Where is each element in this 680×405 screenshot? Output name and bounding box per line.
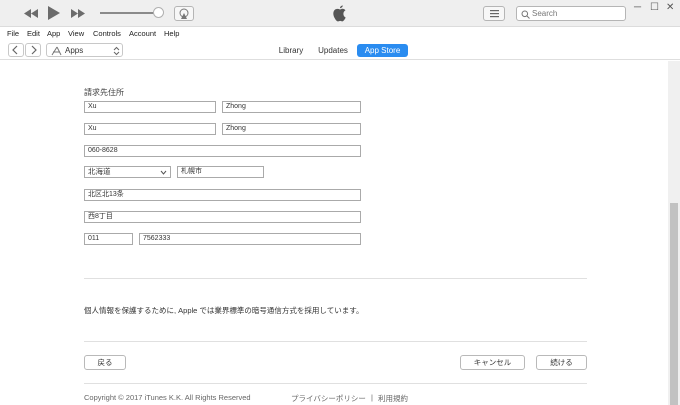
cancel-button[interactable]: キャンセル <box>460 355 525 370</box>
back-nav-button[interactable] <box>8 43 24 57</box>
divider <box>84 383 587 384</box>
play-icon[interactable] <box>48 6 60 20</box>
terms-link[interactable]: 利用規約 <box>378 393 408 404</box>
volume-slider-knob[interactable] <box>153 7 164 18</box>
list-view-button[interactable] <box>483 6 505 21</box>
chevron-left-icon <box>12 45 18 55</box>
player-bar: Search ─ ☐ ✕ <box>0 0 680 27</box>
city-field[interactable]: 札幌市 <box>177 166 264 178</box>
phone-number-field[interactable]: 7562333 <box>139 233 361 245</box>
postal-code-field[interactable]: 060-8628 <box>84 145 361 157</box>
privacy-policy-link[interactable]: プライバシーポリシー <box>291 393 366 404</box>
scrollbar-thumb[interactable] <box>670 203 678 405</box>
airplay-button[interactable] <box>174 6 194 21</box>
divider <box>84 278 587 279</box>
prefecture-value: 北海道 <box>88 167 111 176</box>
fast-forward-icon[interactable] <box>71 9 85 18</box>
list-icon <box>490 10 499 18</box>
menu-app[interactable]: App <box>47 29 60 38</box>
tab-library[interactable]: Library <box>274 44 308 57</box>
nav-bar: Apps Library Updates App Store <box>0 40 680 60</box>
phone-area-code-field[interactable]: 011 <box>84 233 133 245</box>
last-name-field[interactable]: Xu <box>84 123 216 135</box>
restore-button[interactable]: ☐ <box>650 2 659 13</box>
airplay-icon <box>179 8 189 19</box>
billing-address-title: 請求先住所 <box>84 88 124 97</box>
menu-controls[interactable]: Controls <box>93 29 121 38</box>
media-picker[interactable]: Apps <box>46 43 123 57</box>
menu-view[interactable]: View <box>68 29 84 38</box>
tab-updates[interactable]: Updates <box>314 44 352 57</box>
apps-icon <box>51 46 62 56</box>
chevron-updown-icon <box>113 46 120 56</box>
menu-bar: File Edit App View Controls Account Help <box>0 27 680 40</box>
menu-account[interactable]: Account <box>129 29 156 38</box>
search-placeholder: Search <box>532 9 558 18</box>
search-icon <box>521 10 530 19</box>
address-line1-field[interactable]: 北区北13条 <box>84 189 361 201</box>
privacy-notice: 個人情報を保護するために, Apple では業界標準の暗号通信方式を採用していま… <box>84 306 364 315</box>
continue-button[interactable]: 続ける <box>536 355 587 370</box>
media-picker-label: Apps <box>65 46 84 55</box>
volume-slider-track[interactable] <box>100 12 160 14</box>
divider <box>84 341 587 342</box>
menu-edit[interactable]: Edit <box>27 29 40 38</box>
menu-help[interactable]: Help <box>164 29 179 38</box>
tab-app-store[interactable]: App Store <box>357 44 408 57</box>
copyright-text: Copyright © 2017 iTunes K.K. All Rights … <box>84 393 251 402</box>
close-button[interactable]: ✕ <box>666 2 674 13</box>
last-name-reading-field[interactable]: Xu <box>84 101 216 113</box>
first-name-field[interactable]: Zhong <box>222 123 361 135</box>
minimize-button[interactable]: ─ <box>634 2 641 13</box>
search-input[interactable]: Search <box>516 6 626 21</box>
menu-file[interactable]: File <box>7 29 19 38</box>
apple-logo-icon <box>333 5 346 22</box>
address-line2-field[interactable]: 西8丁目 <box>84 211 361 223</box>
back-button[interactable]: 戻る <box>84 355 126 370</box>
forward-nav-button[interactable] <box>25 43 41 57</box>
chevron-right-icon <box>31 45 37 55</box>
rewind-icon[interactable] <box>24 9 38 18</box>
chevron-down-icon <box>160 170 167 175</box>
prefecture-select[interactable]: 北海道 <box>84 166 171 178</box>
first-name-reading-field[interactable]: Zhong <box>222 101 361 113</box>
footer-separator: | <box>371 393 373 402</box>
